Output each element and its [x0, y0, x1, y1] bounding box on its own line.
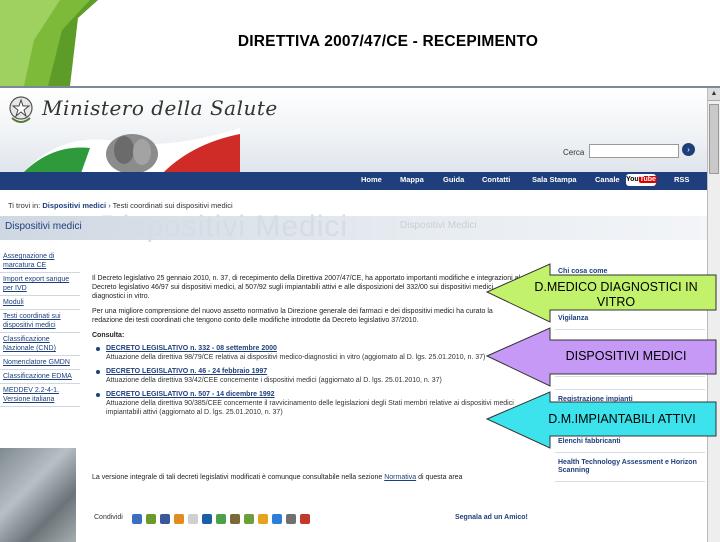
- callout-label-aimd: D.M.IMPIANTABILI ATTIVI: [548, 412, 696, 426]
- callout-label-dm: DISPOSITIVI MEDICI: [565, 349, 687, 363]
- callout-label-ivd: D.MEDICO DIAGNOSTICI IN VITRO: [534, 280, 698, 309]
- callout-arrows: [485, 263, 717, 449]
